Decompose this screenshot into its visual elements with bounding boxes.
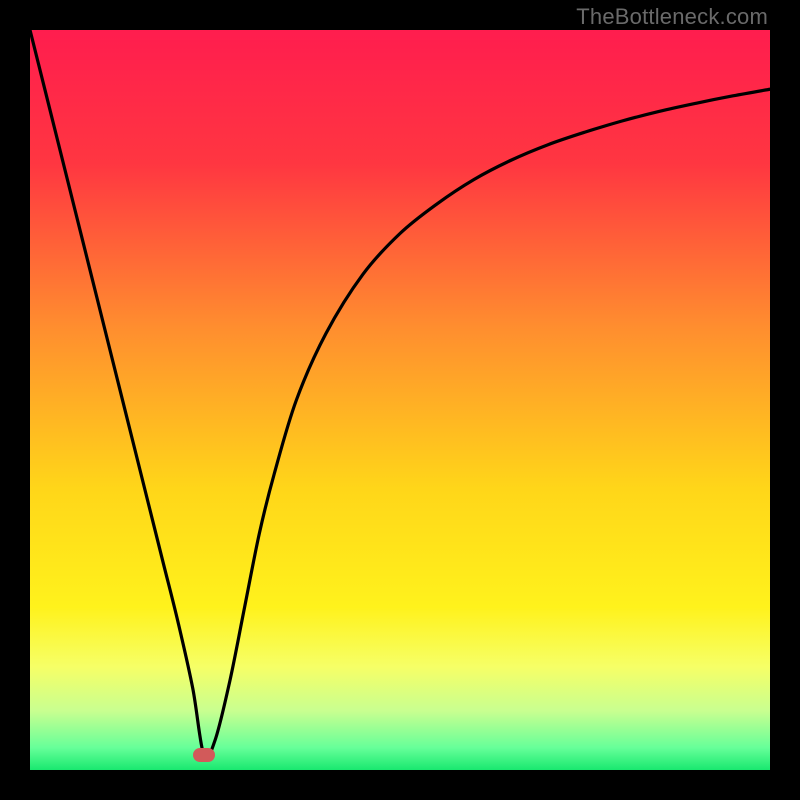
plot-area — [30, 30, 770, 770]
watermark-text: TheBottleneck.com — [576, 4, 768, 30]
bottleneck-curve — [30, 30, 770, 770]
optimal-marker — [193, 748, 215, 762]
chart-frame: TheBottleneck.com — [0, 0, 800, 800]
